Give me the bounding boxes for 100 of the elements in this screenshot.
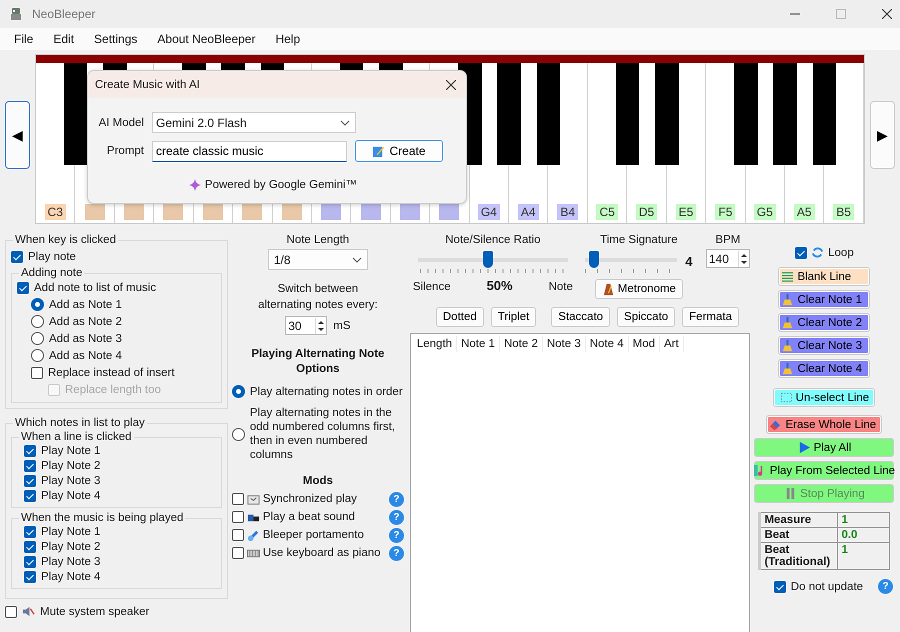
close-icon[interactable] (446, 80, 456, 90)
dialog-title: Create Music with AI (95, 78, 200, 90)
radio-button[interactable] (31, 298, 44, 311)
checkbox[interactable] (11, 250, 23, 262)
group-title: Adding note (20, 267, 84, 279)
checkbox-label: Play Note 4 (41, 490, 100, 502)
checkbox[interactable] (795, 246, 808, 258)
checkbox[interactable] (24, 444, 36, 456)
articulation-button[interactable]: Triplet (490, 307, 536, 327)
play-button[interactable]: Play From Selected Line (754, 461, 894, 480)
column-header[interactable]: Note 3 (542, 336, 586, 352)
sharp-key[interactable] (734, 63, 758, 165)
prompt-field[interactable]: create classic music (152, 140, 347, 162)
line-button[interactable]: Un-select Line (773, 388, 876, 407)
line-button[interactable]: Erase Whole Line (766, 415, 882, 434)
checkbox[interactable] (232, 511, 244, 523)
articulation-button[interactable]: Spiccato (617, 307, 676, 327)
help-button[interactable]: ? (878, 579, 894, 594)
checkbox[interactable] (31, 366, 43, 378)
checkbox[interactable] (24, 474, 36, 486)
sharp-key[interactable] (812, 63, 836, 165)
checkbox-label: Replace instead of insert (48, 366, 175, 378)
key-label: F5 (715, 204, 736, 220)
menu-item[interactable]: Edit (43, 32, 84, 46)
line-button[interactable]: Clear Note 4 (778, 359, 870, 378)
line-button[interactable]: Clear Note 3 (778, 336, 870, 355)
checkbox[interactable] (232, 493, 244, 505)
radio-button[interactable] (31, 332, 44, 345)
checkbox[interactable] (24, 490, 36, 502)
column-header[interactable]: Note 4 (586, 336, 629, 352)
column-header[interactable]: Note 2 (500, 336, 543, 352)
articulation-button[interactable]: Staccato (551, 307, 610, 327)
checkbox-label: Play Note 1 (41, 444, 100, 456)
help-button[interactable]: ? (388, 492, 404, 506)
bpm-spinner[interactable]: 140 (706, 249, 750, 268)
checkbox[interactable] (774, 580, 786, 592)
slider-thumb[interactable] (589, 251, 600, 268)
checkbox-label: Play Note 2 (41, 460, 100, 472)
slider-thumb[interactable] (483, 251, 494, 268)
close-icon[interactable] (882, 9, 892, 19)
radio-button[interactable] (232, 385, 245, 398)
key-label: A4 (518, 204, 539, 220)
table-cell: Beat (Traditional) (760, 542, 838, 570)
checkbox[interactable] (24, 540, 36, 552)
checkbox[interactable] (24, 570, 36, 582)
slider-max-label: Note (548, 281, 573, 293)
unit-label: mS (333, 320, 350, 332)
menu-item[interactable]: File (4, 32, 44, 46)
table-cell: Beat (760, 528, 838, 542)
scroll-right-button[interactable]: ▶ (870, 101, 895, 169)
line-button[interactable]: Blank Line (778, 267, 870, 286)
app-icon (10, 7, 22, 21)
checkbox[interactable] (5, 606, 17, 618)
menu-item[interactable]: About NeoBleeper (147, 32, 266, 46)
checkbox-label: Play Note 4 (41, 570, 100, 582)
create-button[interactable]: Create (355, 140, 443, 162)
radio-label: Play alternating notes in order (250, 384, 403, 398)
sharp-key[interactable] (616, 63, 640, 165)
articulation-button[interactable]: Dotted (436, 307, 484, 327)
radio-button[interactable] (31, 315, 44, 328)
column-header[interactable]: Art (660, 336, 684, 352)
play-button[interactable]: Play All (754, 438, 894, 457)
checkbox[interactable] (232, 529, 244, 541)
sharp-key[interactable] (64, 63, 88, 165)
interval-spinner[interactable]: 30 (285, 316, 328, 335)
column-header[interactable]: Note 1 (457, 336, 500, 352)
table-cell: Measure (760, 512, 838, 528)
checkbox[interactable] (24, 556, 36, 568)
scroll-left-button[interactable]: ◀ (5, 101, 30, 169)
model-dropdown[interactable]: Gemini 2.0 Flash (152, 112, 356, 133)
checkbox[interactable] (24, 526, 36, 538)
menu-item[interactable]: Settings (84, 32, 148, 46)
slider-min-label: Silence (412, 281, 451, 293)
sharp-key[interactable] (536, 63, 560, 165)
muted-speaker-icon (22, 605, 35, 618)
help-button[interactable]: ? (388, 546, 404, 560)
radio-label: Add as Note 3 (49, 332, 122, 344)
menu-item[interactable]: Help (265, 32, 310, 46)
broom-icon (781, 293, 794, 306)
checkbox[interactable] (17, 282, 29, 294)
note-length-dropdown[interactable]: 1/8 (268, 249, 368, 270)
checkbox[interactable] (24, 460, 36, 472)
field-label: BPM (715, 234, 740, 246)
metronome-button[interactable]: Metronome (594, 279, 683, 299)
articulation-button[interactable]: Fermata (682, 307, 739, 327)
checkbox-label: Synchronized play (262, 493, 358, 505)
field-label: Note Length (286, 234, 350, 246)
checkbox[interactable] (232, 547, 244, 559)
dotted-rectangle-icon (780, 391, 793, 404)
help-button[interactable]: ? (388, 510, 404, 524)
radio-button[interactable] (31, 349, 44, 362)
help-button[interactable]: ? (388, 528, 404, 542)
line-button[interactable]: Clear Note 2 (778, 313, 870, 332)
section-title: Mods (302, 475, 333, 487)
column-header[interactable]: Mod (628, 336, 660, 352)
sparkle-icon (188, 179, 201, 191)
column-header[interactable]: Length (412, 336, 458, 352)
line-button[interactable]: Clear Note 1 (778, 290, 870, 309)
radio-button[interactable] (232, 428, 245, 440)
key-label: G5 (754, 204, 776, 220)
